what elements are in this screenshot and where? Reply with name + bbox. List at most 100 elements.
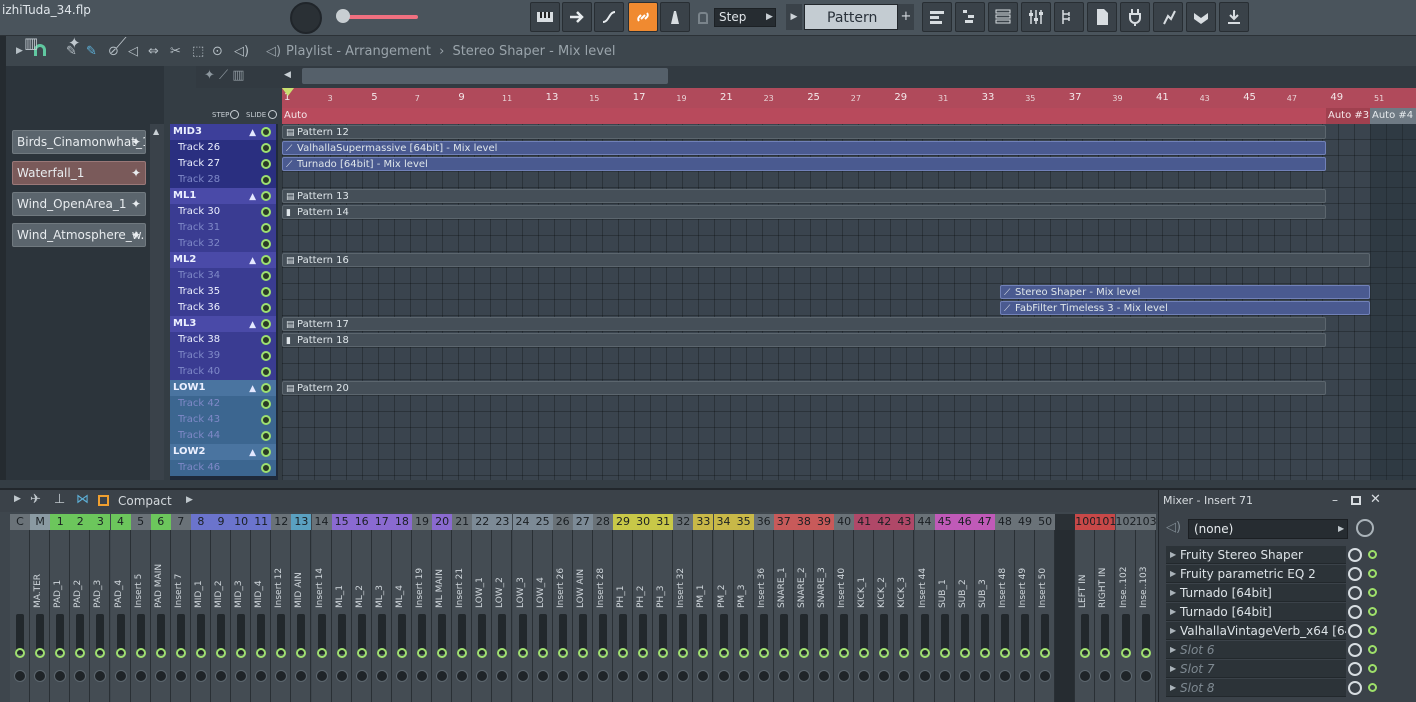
mixer-strip[interactable]: 14 Insert 14 — [311, 514, 332, 702]
track-header[interactable]: Track 43 — [170, 412, 276, 428]
track-mute-toggle[interactable] — [261, 463, 271, 473]
mixer-strip[interactable] — [1055, 514, 1076, 702]
mixer-strip-enable-toggle[interactable] — [1040, 648, 1051, 658]
song-position-marker[interactable] — [282, 88, 294, 96]
browser-tab-clips-icon[interactable]: ▥ — [24, 34, 38, 52]
mixer-strip[interactable]: 18 ML_4 — [391, 514, 412, 702]
effect-mix-knob[interactable] — [1348, 681, 1362, 695]
project-info-button[interactable] — [1087, 2, 1117, 32]
mixer-strip[interactable]: 42 KICK_2 — [874, 514, 895, 702]
track-mute-toggle[interactable] — [261, 447, 271, 457]
track-mute-toggle[interactable] — [261, 239, 271, 249]
browser-clip-item[interactable]: Wind_OpenArea_1 ✦ — [12, 192, 146, 216]
effect-enable-toggle[interactable] — [1368, 626, 1377, 635]
mixer-strip[interactable]: 46 SUB_2 — [954, 514, 975, 702]
mixer-strip-enable-toggle[interactable] — [55, 648, 66, 658]
mute-tool-icon[interactable]: ◁ — [128, 44, 138, 59]
auto3-band[interactable]: Auto #3 — [1326, 108, 1370, 124]
collapse-arrow-icon[interactable]: ▲ — [249, 445, 256, 461]
track-header[interactable]: Track 26 — [170, 140, 276, 156]
download-button[interactable] — [1219, 2, 1249, 32]
mixer-bird-icon[interactable]: ✈ — [30, 492, 41, 507]
mixer-pan-knob[interactable] — [255, 670, 268, 682]
mixer-pan-knob[interactable] — [1079, 670, 1092, 682]
view-mode-arrow-icon[interactable]: ▶ — [186, 495, 193, 505]
add-pattern-button[interactable]: + — [898, 4, 914, 30]
latency-clock-icon[interactable] — [1356, 519, 1374, 537]
speaker-post-icon[interactable]: ◁) — [1166, 520, 1181, 535]
mixer-pan-knob[interactable] — [34, 670, 47, 682]
mixer-strip-enable-toggle[interactable] — [35, 648, 46, 658]
mixer-strip[interactable]: 37 SNARE_1 — [773, 514, 794, 702]
mixer-strip[interactable]: 10 MID_3 — [231, 514, 252, 702]
mixer-strip[interactable]: 13 MID AIN — [291, 514, 312, 702]
mixer-pan-knob[interactable] — [818, 670, 830, 682]
mixer-strip-enable-toggle[interactable] — [738, 648, 749, 658]
mixer-strip[interactable]: 103 Inse..103 — [1135, 514, 1157, 702]
minimize-icon[interactable]: – — [1332, 493, 1338, 507]
mixer-strip-enable-toggle[interactable] — [216, 648, 226, 658]
effect-slot[interactable]: ▶ Fruity Stereo Shaper — [1166, 546, 1346, 564]
mixer-strip-enable-toggle[interactable] — [879, 648, 890, 658]
collapse-arrow-icon[interactable]: ▲ — [249, 253, 256, 269]
mixer-strip-enable-toggle[interactable] — [839, 648, 850, 658]
step-toggle[interactable] — [230, 110, 239, 119]
mixer-strip-enable-toggle[interactable] — [376, 648, 387, 658]
mixer-strip-enable-toggle[interactable] — [477, 648, 488, 658]
mixer-strip[interactable]: 35 PM_3 — [733, 514, 754, 702]
mixer-pan-knob[interactable] — [657, 670, 670, 682]
mixer-pan-knob[interactable] — [355, 670, 368, 682]
mixer-strip-enable-toggle[interactable] — [175, 648, 186, 658]
mixer-pan-knob[interactable] — [54, 670, 67, 682]
piano-roll-window-button[interactable] — [955, 2, 985, 32]
playlist-clip[interactable]: ⟋ Turnado [64bit] - Mix level — [282, 157, 1326, 171]
browser-clip-item[interactable]: Waterfall_1 ✦ — [12, 161, 146, 185]
mixer-strip[interactable]: 45 SUB_1 — [934, 514, 955, 702]
mixer-pan-knob[interactable] — [174, 670, 187, 682]
mixer-strip-enable-toggle[interactable] — [899, 648, 910, 658]
mixer-pan-knob[interactable] — [858, 670, 871, 682]
mixer-pan-knob[interactable] — [1139, 670, 1152, 682]
mixer-strip[interactable]: 50 Insert 50 — [1035, 514, 1056, 702]
effect-mix-knob[interactable] — [1348, 662, 1362, 676]
mixer-strip[interactable]: 23 LOW_2 — [492, 514, 513, 702]
mixer-pan-knob[interactable] — [94, 670, 107, 682]
effect-enable-toggle[interactable] — [1368, 664, 1377, 673]
mixer-pan-knob[interactable] — [194, 670, 207, 682]
scroll-left-arrow-icon[interactable]: ◀ — [284, 70, 291, 80]
track-header[interactable]: Track 44 — [170, 428, 276, 444]
playlist-grid[interactable]: ▤ Pattern 12 ⟋ ValhallaSupermassive [64bit]… — [282, 124, 1416, 480]
browser-window-button[interactable] — [1054, 2, 1084, 32]
mixer-pan-knob[interactable] — [416, 670, 428, 682]
mixer-pan-knob[interactable] — [958, 670, 971, 682]
mixer-strip-enable-toggle[interactable] — [155, 648, 166, 658]
effect-slot[interactable]: ▶ Turnado [64bit] — [1166, 603, 1346, 621]
link-button[interactable] — [628, 2, 658, 32]
effect-mix-knob[interactable] — [1348, 586, 1362, 600]
maximize-icon[interactable] — [1351, 496, 1361, 505]
track-header[interactable]: Track 36 — [170, 300, 276, 316]
track-mute-toggle[interactable] — [261, 303, 271, 313]
mixer-strip[interactable]: 29 PH_1 — [613, 514, 633, 702]
mixer-strip-enable-toggle[interactable] — [276, 648, 287, 658]
mixer-strip[interactable]: 49 Insert 49 — [1015, 514, 1035, 702]
metronome-button[interactable] — [660, 2, 690, 32]
mixer-strip-enable-toggle[interactable] — [959, 648, 970, 658]
track-mute-toggle[interactable] — [261, 335, 271, 345]
mixer-options-arrow-icon[interactable]: ▶ — [14, 494, 21, 504]
mixer-strip[interactable]: 33 PM_1 — [693, 514, 714, 702]
mixer-strip-enable-toggle[interactable] — [999, 648, 1010, 658]
mixer-pan-knob[interactable] — [375, 670, 388, 682]
mixer-strip-enable-toggle[interactable] — [979, 648, 990, 658]
mixer-strip-enable-toggle[interactable] — [778, 648, 789, 658]
mixer-strip[interactable]: 22 LOW_1 — [472, 514, 493, 702]
mixer-strip[interactable]: 6 PAD MAIN — [150, 514, 171, 702]
mixer-pan-knob[interactable] — [998, 670, 1011, 682]
mixer-strip[interactable]: 102 Inse..102 — [1115, 514, 1137, 702]
effect-slot[interactable]: ▶ Fruity parametric EQ 2 — [1166, 565, 1346, 583]
track-mute-toggle[interactable] — [261, 159, 271, 169]
mixer-pan-knob[interactable] — [717, 670, 730, 682]
select-tool-icon[interactable]: ⬚ — [192, 44, 204, 59]
mixer-strip[interactable]: C — [10, 514, 30, 702]
mixer-strip[interactable]: 32 Insert 32 — [673, 514, 694, 702]
